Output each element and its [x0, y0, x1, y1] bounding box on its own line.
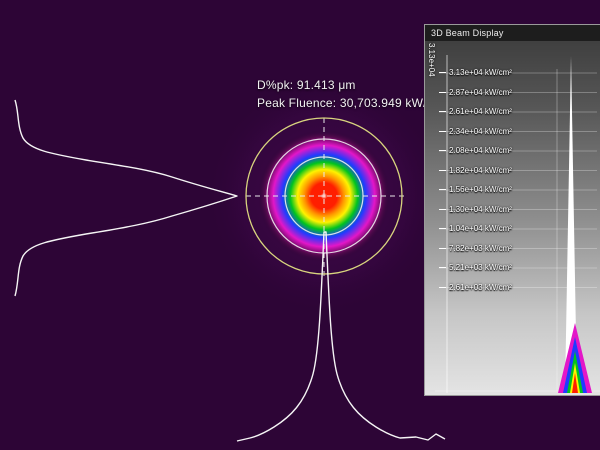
beam-profiler-screen: D%pk: 91.413 μm Peak Fluence: 30,703.949… [0, 0, 600, 450]
3d-plot-canvas [425, 41, 600, 395]
3d-beam-display-titlebar[interactable]: 3D Beam Display [425, 25, 600, 41]
x-profile-curve [15, 100, 237, 296]
3d-beam-display-window: 3D Beam Display 3.13e+04 3.13e+04 kW/cm²… [424, 24, 600, 396]
peak-fluence-readout: Peak Fluence: 30,703.949 kW/cm² [257, 96, 447, 110]
3d-beam-display-title: 3D Beam Display [431, 28, 504, 38]
dpk-readout: D%pk: 91.413 μm [257, 78, 356, 92]
3d-beam-display-body: 3.13e+04 3.13e+04 kW/cm² 2.87e+04 kW/cm²… [425, 41, 600, 395]
